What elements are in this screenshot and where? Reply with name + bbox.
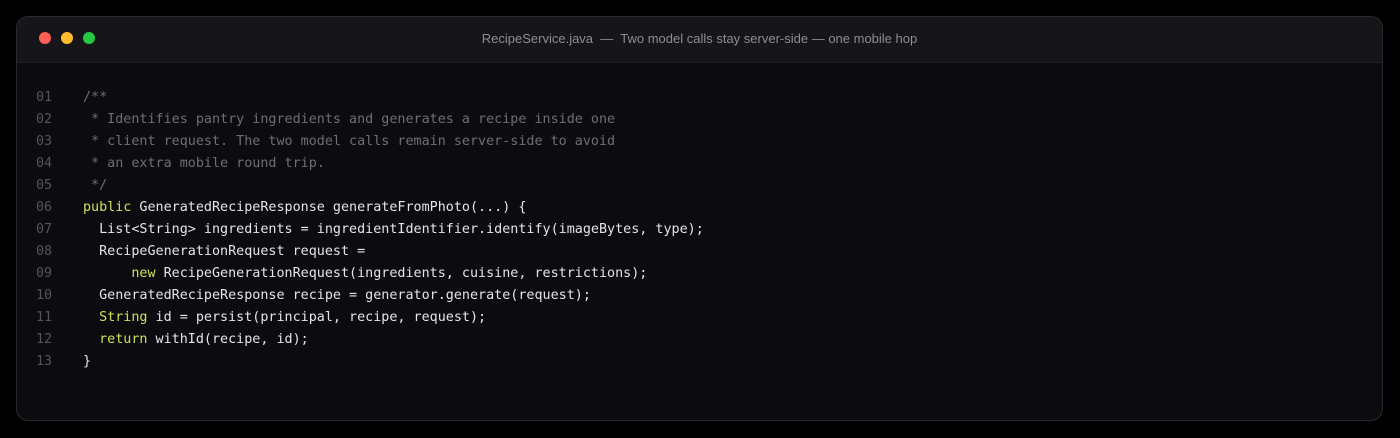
window-title: RecipeService.java — Two model calls sta…: [481, 31, 918, 46]
code-token: GeneratedRecipeResponse recipe = generat…: [83, 288, 591, 303]
code-text: new RecipeGenerationRequest(ingredients,…: [83, 263, 647, 285]
code-view[interactable]: 01 /** 02 * Identifies pantry ingredients …: [17, 87, 1382, 373]
line-number: 02: [36, 112, 53, 127]
code-token: List<String> ingredients = ingredientIde…: [83, 222, 704, 237]
comment-token: /**: [83, 90, 108, 105]
line-number: 11: [36, 310, 53, 325]
code-line: 10 GeneratedRecipeResponse recipe = gene…: [17, 285, 1382, 307]
code-text: String id = persist(principal, recipe, r…: [83, 307, 486, 329]
code-text: return withId(recipe, id);: [83, 329, 309, 351]
code-token: }: [83, 354, 92, 369]
code-line: 09 new RecipeGenerationRequest(ingredien…: [17, 263, 1382, 285]
line-number: 12: [36, 332, 53, 347]
editor-window: RecipeService.java — Two model calls sta…: [16, 16, 1383, 421]
line-number: 08: [36, 244, 53, 259]
code-token: RecipeGenerationRequest(ingredients, cui…: [155, 266, 648, 281]
code-text: * client request. The two model calls re…: [83, 131, 615, 153]
comment-token: * an extra mobile round trip.: [83, 156, 325, 171]
keyword-token: return: [99, 332, 148, 347]
comment-token: * Identifies pantry ingredients and gene…: [83, 112, 616, 127]
code-text: List<String> ingredients = ingredientIde…: [83, 219, 704, 241]
code-token: GeneratedRecipeResponse generateFromPhot…: [131, 200, 527, 215]
code-line: 02 * Identifies pantry ingredients and g…: [17, 109, 1382, 131]
line-number: 04: [36, 156, 53, 171]
line-number: 01: [36, 90, 53, 105]
code-text: */: [83, 175, 107, 197]
code-text: public GeneratedRecipeResponse generateF…: [83, 197, 526, 219]
code-line: 04 * an extra mobile round trip.: [17, 153, 1382, 175]
code-line: 03 * client request. The two model calls…: [17, 131, 1382, 153]
code-text: }: [83, 351, 91, 373]
code-token: withId(recipe, id);: [147, 332, 309, 347]
keyword-token: String: [99, 310, 148, 325]
code-line: 01 /**: [17, 87, 1382, 109]
code-line: 07 List<String> ingredients = ingredient…: [17, 219, 1382, 241]
comment-token: * client request. The two model calls re…: [83, 134, 616, 149]
code-text: /**: [83, 87, 107, 109]
code-line: 11 String id = persist(principal, recipe…: [17, 307, 1382, 329]
line-number: 06: [36, 200, 53, 215]
keyword-token: public: [83, 200, 132, 215]
line-number: 05: [36, 178, 53, 193]
code-token: RecipeGenerationRequest request =: [83, 244, 366, 259]
code-text: * Identifies pantry ingredients and gene…: [83, 109, 615, 131]
code-line: 12 return withId(recipe, id);: [17, 329, 1382, 351]
code-token: id = persist(principal, recipe, request)…: [147, 310, 487, 325]
line-number: 07: [36, 222, 53, 237]
code-line: 06 public GeneratedRecipeResponse generat…: [17, 197, 1382, 219]
comment-token: */: [83, 178, 108, 193]
keyword-token: new: [131, 266, 156, 281]
code-line: 05 */: [17, 175, 1382, 197]
code-line: 13}: [17, 351, 1382, 373]
code-line: 08 RecipeGenerationRequest request =: [17, 241, 1382, 263]
line-number: 03: [36, 134, 53, 149]
code-text: * an extra mobile round trip.: [83, 153, 325, 175]
line-number: 10: [36, 288, 53, 303]
line-number: 09: [36, 266, 53, 281]
code-text: GeneratedRecipeResponse recipe = generat…: [83, 285, 591, 307]
title-bar: RecipeService.java — Two model calls sta…: [17, 17, 1382, 63]
code-text: RecipeGenerationRequest request =: [83, 241, 365, 263]
line-number: 13: [36, 354, 53, 369]
